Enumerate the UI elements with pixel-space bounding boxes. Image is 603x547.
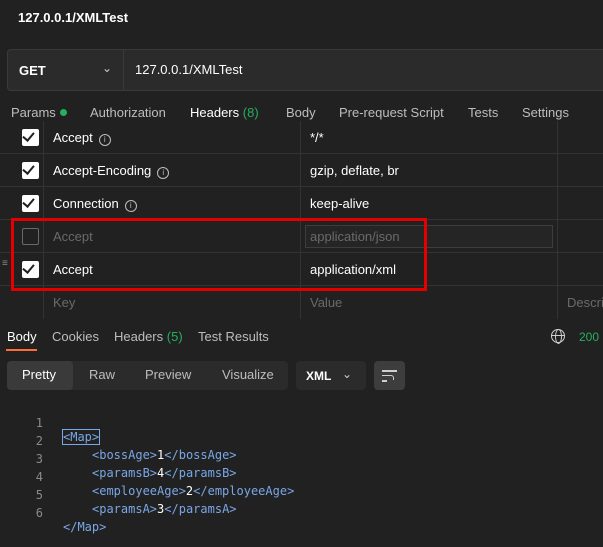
tab-headers[interactable]: Headers (8) [190, 105, 259, 120]
header-value[interactable]: */* [310, 130, 324, 145]
header-checkbox[interactable] [22, 162, 39, 179]
url-input[interactable]: 127.0.0.1/XMLTest [135, 62, 242, 77]
window-title: 127.0.0.1/XMLTest [18, 10, 129, 25]
response-tab-headers[interactable]: Headers (5) [114, 329, 183, 344]
response-headers-count: (5) [166, 329, 183, 344]
wrap-icon [382, 370, 397, 372]
tab-params[interactable]: Params [11, 105, 67, 120]
check-icon [22, 162, 35, 175]
tab-tests[interactable]: Tests [468, 105, 498, 120]
header-row: Connection i keep-alive [0, 187, 603, 220]
tab-authorization[interactable]: Authorization [90, 105, 166, 120]
tab-settings[interactable]: Settings [522, 105, 569, 120]
code-line: 6 </Map> [0, 492, 603, 534]
active-tab-underline [6, 349, 37, 351]
params-indicator-dot [59, 109, 67, 116]
view-raw[interactable]: Raw [89, 367, 115, 382]
check-icon [22, 195, 35, 208]
header-value[interactable]: gzip, deflate, br [310, 163, 399, 178]
header-value[interactable]: keep-alive [310, 196, 369, 211]
info-icon[interactable]: i [98, 134, 111, 146]
status-code[interactable]: 200 [579, 330, 599, 344]
header-key[interactable]: Accept i [53, 130, 111, 146]
tab-body[interactable]: Body [286, 105, 316, 120]
info-icon[interactable]: i [124, 200, 137, 212]
view-mode-switch: Pretty Raw Preview Visualize [7, 361, 288, 390]
view-preview[interactable]: Preview [145, 367, 191, 382]
tab-pre-request-script[interactable]: Pre-request Script [339, 105, 444, 120]
drag-handle-icon[interactable]: ≡ [2, 259, 10, 269]
response-tab-cookies[interactable]: Cookies [52, 329, 99, 344]
highlight-annotation-box [11, 218, 427, 291]
code-line: 2 <bossAge>1</bossAge> [0, 420, 603, 462]
url-bar: GET ⌄ 127.0.0.1/XMLTest [7, 49, 603, 91]
code-text: </Map> [63, 520, 107, 534]
globe-icon[interactable] [551, 329, 565, 344]
view-pretty[interactable]: Pretty [22, 367, 56, 382]
chevron-down-icon: ⌄ [342, 367, 353, 381]
header-row: Accept i */* [0, 121, 603, 154]
header-key[interactable]: Accept-Encoding i [53, 163, 170, 179]
response-tab-body[interactable]: Body [7, 329, 37, 344]
new-value-input[interactable]: Value [310, 295, 342, 310]
code-line: 4 <employeeAge>2</employeeAge> [0, 456, 603, 498]
code-line: 5 <paramsA>3</paramsA> [0, 474, 603, 516]
new-key-input[interactable]: Key [53, 295, 75, 310]
header-checkbox[interactable] [22, 129, 39, 146]
wrap-lines-button[interactable] [374, 361, 405, 390]
format-label: XML [306, 369, 332, 383]
title-bar: 127.0.0.1/XMLTest [0, 0, 603, 34]
headers-count: (8) [242, 105, 259, 120]
info-icon[interactable]: i [157, 167, 170, 179]
method-label: GET [19, 63, 46, 78]
check-icon [22, 129, 35, 142]
response-tabs: Body Cookies Headers (5) Test Results [0, 320, 603, 354]
code-line: 1 <Map> [0, 402, 603, 445]
header-checkbox[interactable] [22, 195, 39, 212]
header-row: Accept-Encoding i gzip, deflate, br [0, 154, 603, 187]
format-select[interactable]: XML ⌄ [296, 361, 366, 390]
chevron-down-icon: ⌄ [102, 61, 113, 75]
response-tab-test-results[interactable]: Test Results [198, 329, 269, 344]
new-description-input[interactable]: Descri [567, 295, 603, 310]
header-key[interactable]: Connection i [53, 196, 137, 212]
line-number: 6 [35, 506, 43, 520]
view-visualize[interactable]: Visualize [222, 367, 274, 382]
method-select[interactable]: GET ⌄ [8, 50, 124, 90]
code-line: 3 <paramsB>4</paramsB> [0, 438, 603, 480]
